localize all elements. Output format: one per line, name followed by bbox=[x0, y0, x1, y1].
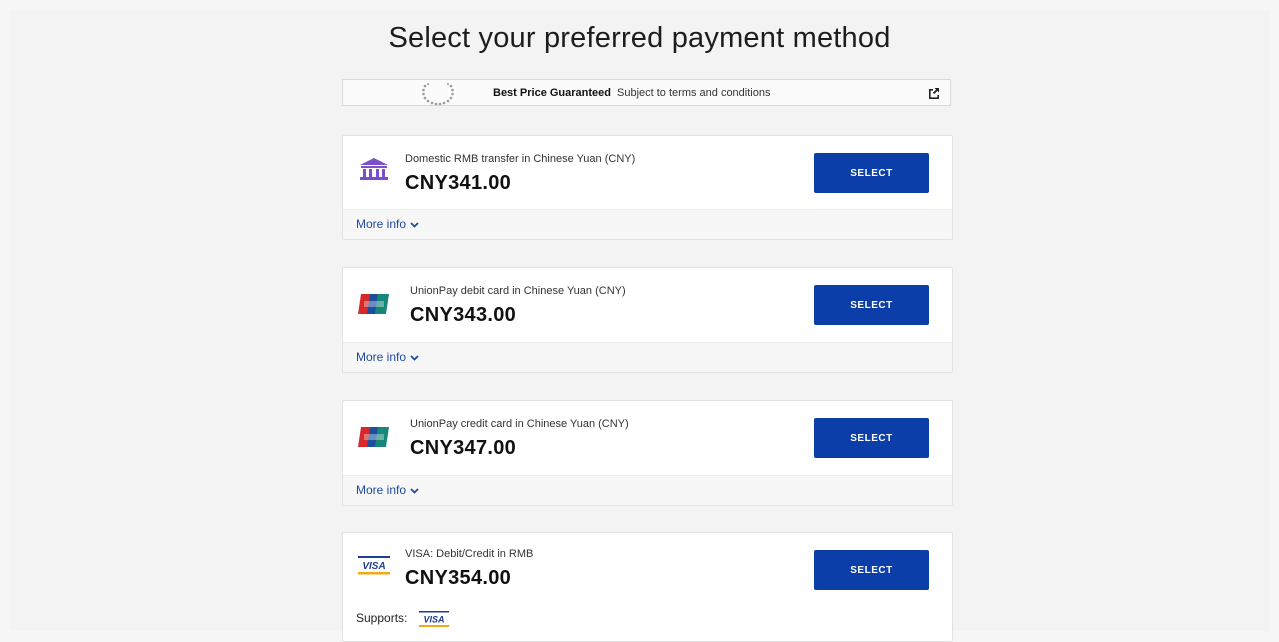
bank-icon bbox=[360, 158, 388, 180]
card-footer: More info bbox=[343, 209, 952, 239]
payment-option-card: UnionPay credit card in Chinese Yuan (CN… bbox=[342, 400, 953, 506]
laurel-icon bbox=[422, 83, 454, 106]
select-button[interactable]: SELECT bbox=[814, 550, 929, 590]
visa-icon: VISA bbox=[358, 556, 390, 575]
method-name: VISA: Debit/Credit in RMB bbox=[405, 548, 534, 560]
card-main: UnionPay debit card in Chinese Yuan (CNY… bbox=[343, 268, 952, 342]
visa-icon: VISA bbox=[418, 611, 449, 627]
unionpay-icon bbox=[358, 427, 389, 447]
more-info-link[interactable]: More info bbox=[356, 483, 419, 497]
select-button[interactable]: SELECT bbox=[814, 153, 929, 193]
chevron-down-icon bbox=[410, 222, 419, 228]
method-price: CNY341.00 bbox=[405, 172, 512, 194]
more-info-label: More info bbox=[356, 350, 407, 364]
chevron-down-icon bbox=[410, 488, 419, 494]
method-price: CNY354.00 bbox=[405, 567, 512, 589]
page: Select your preferred payment method Bes… bbox=[10, 10, 1269, 642]
unionpay-icon bbox=[358, 294, 389, 314]
svg-text:VISA: VISA bbox=[362, 561, 385, 572]
svg-text:VISA: VISA bbox=[423, 615, 444, 625]
more-info-link[interactable]: More info bbox=[356, 350, 419, 364]
payment-option-card: VISA VISA: Debit/Credit in RMB CNY354.00… bbox=[342, 532, 953, 642]
method-name: Domestic RMB transfer in Chinese Yuan (C… bbox=[405, 153, 636, 165]
card-footer: More info bbox=[343, 342, 952, 372]
select-button[interactable]: SELECT bbox=[814, 418, 929, 458]
method-price: CNY347.00 bbox=[410, 437, 517, 459]
more-info-label: More info bbox=[356, 217, 407, 231]
more-info-label: More info bbox=[356, 483, 407, 497]
card-main: UnionPay credit card in Chinese Yuan (CN… bbox=[343, 401, 952, 475]
more-info-link[interactable]: More info bbox=[356, 217, 419, 231]
method-price: CNY343.00 bbox=[410, 304, 517, 326]
card-main: Domestic RMB transfer in Chinese Yuan (C… bbox=[343, 136, 952, 210]
supports-row: Supports: VISA bbox=[356, 610, 449, 628]
banner-strong: Best Price Guaranteed bbox=[493, 87, 611, 99]
method-name: UnionPay credit card in Chinese Yuan (CN… bbox=[410, 418, 629, 430]
method-name: UnionPay debit card in Chinese Yuan (CNY… bbox=[410, 285, 626, 297]
payment-option-card: UnionPay debit card in Chinese Yuan (CNY… bbox=[342, 267, 953, 373]
page-title: Select your preferred payment method bbox=[388, 22, 891, 54]
card-footer: More info bbox=[343, 475, 952, 505]
payment-option-card: Domestic RMB transfer in Chinese Yuan (C… bbox=[342, 135, 953, 240]
best-price-banner: Best Price Guaranteed Subject to terms an… bbox=[342, 79, 951, 106]
banner-text: Best Price Guaranteed Subject to terms an… bbox=[493, 87, 770, 100]
card-main: VISA VISA: Debit/Credit in RMB CNY354.00… bbox=[343, 533, 952, 607]
select-button[interactable]: SELECT bbox=[814, 285, 929, 325]
supports-label: Supports: bbox=[356, 611, 408, 626]
banner-terms: Subject to terms and conditions bbox=[617, 87, 771, 99]
chevron-down-icon bbox=[410, 355, 419, 361]
external-link-icon[interactable] bbox=[927, 86, 941, 100]
